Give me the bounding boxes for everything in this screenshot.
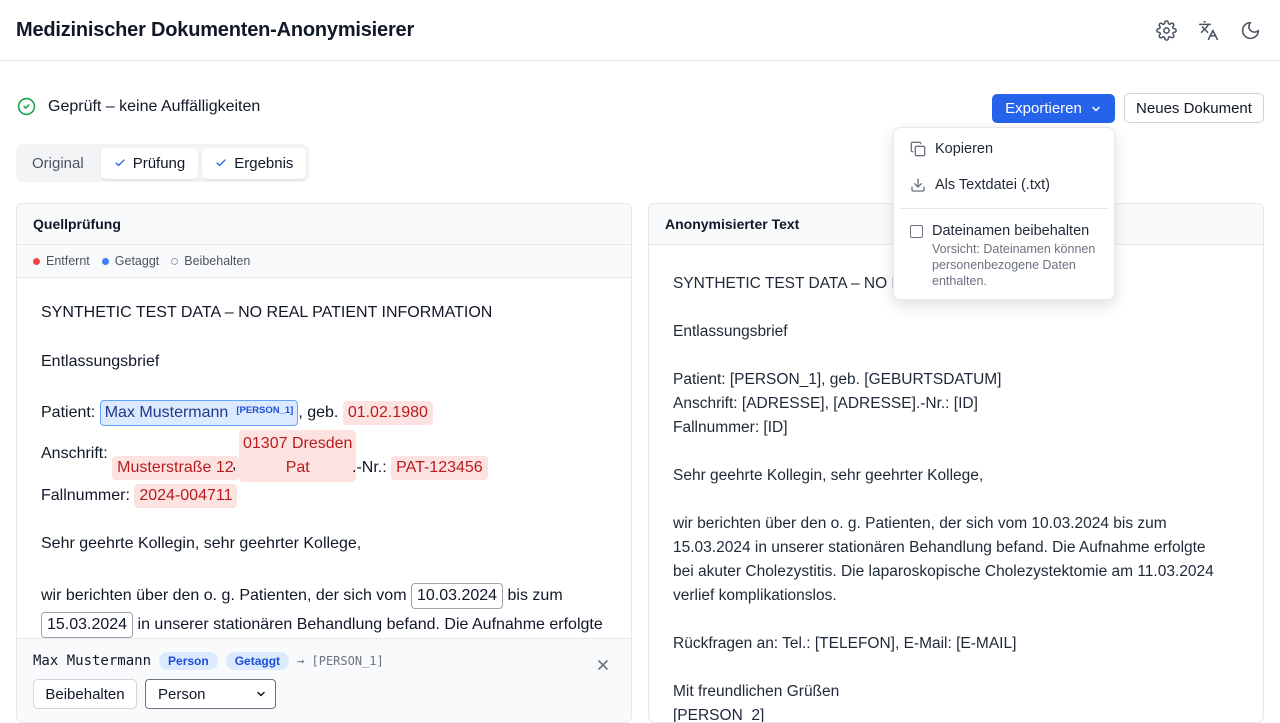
entity-value: Max Mustermann bbox=[33, 653, 152, 669]
legend-kept: Beibehalten bbox=[171, 254, 250, 268]
step-tabs: Original Prüfung Ergebnis bbox=[16, 144, 310, 182]
blue-dot-icon bbox=[101, 257, 109, 265]
keep-button[interactable]: Beibehalten bbox=[33, 679, 137, 709]
verification-status: Geprüft – keine Auffälligkeiten bbox=[17, 97, 260, 116]
entity-type-badge: Person bbox=[159, 652, 218, 670]
source-line-address: Anschrift: Musterstraße 12 bbox=[41, 428, 239, 480]
tab-label: Prüfung bbox=[132, 154, 186, 172]
checkbox-warning: Vorsicht: Dateinamen können personenbezo… bbox=[932, 242, 1096, 288]
tab-label: Ergebnis bbox=[234, 154, 294, 172]
label: Fallnummer: bbox=[41, 487, 130, 504]
source-line: SYNTHETIC TEST DATA – NO REAL PATIENT IN… bbox=[41, 304, 493, 321]
entity-dob-removed[interactable]: 01.02.1980 bbox=[342, 401, 433, 425]
select-value: Person bbox=[158, 685, 206, 703]
tab-original[interactable]: Original bbox=[19, 148, 97, 179]
status-text: Geprüft – keine Auffälligkeiten bbox=[48, 97, 261, 115]
entity-detail-bar: Max Mustermann Person Getaggt → [PERSON_… bbox=[17, 638, 631, 722]
source-line-patnr: .-Nr.: PAT-123456 bbox=[352, 456, 488, 480]
copy-icon bbox=[910, 141, 926, 157]
export-label: Exportieren bbox=[1005, 100, 1082, 117]
app-title: Medizinischer Dokumenten-Anonymisierer bbox=[16, 18, 415, 41]
source-line-paragraph: 15.03.2024 in unserer stationären Behand… bbox=[41, 612, 603, 638]
label: Anschrift: bbox=[41, 445, 108, 462]
anonymized-text: SYNTHETIC TEST DATA – NO RE Entlassungsb… bbox=[673, 275, 1214, 723]
check-icon bbox=[115, 159, 125, 167]
entity-text: Pat bbox=[285, 459, 310, 476]
comma: , bbox=[232, 456, 237, 473]
menu-item-download-txt[interactable]: Als Textdatei (.txt) bbox=[910, 177, 1050, 193]
menu-item-copy[interactable]: Kopieren bbox=[910, 141, 993, 157]
legend: Entfernt Getaggt Beibehalten bbox=[17, 245, 631, 278]
entity-detail-summary: Max Mustermann Person Getaggt → [PERSON_… bbox=[33, 651, 615, 671]
text: .-Nr.: bbox=[352, 459, 387, 476]
red-dot-icon bbox=[33, 257, 40, 265]
entity-text: Max Mustermann bbox=[104, 404, 229, 421]
chevron-down-icon bbox=[1092, 106, 1100, 111]
entity-detail-actions: Beibehalten Person bbox=[33, 679, 276, 709]
entity-replacement: → [PERSON_1] bbox=[297, 654, 384, 668]
entity-date-kept[interactable]: 15.03.2024 bbox=[41, 612, 134, 638]
entity-person-tagged[interactable]: Max Mustermann [PERSON_1] bbox=[99, 400, 299, 426]
dark-mode-icon[interactable] bbox=[1234, 14, 1266, 46]
settings-icon[interactable] bbox=[1150, 14, 1182, 46]
text: bis zum bbox=[507, 587, 563, 604]
stacked-entity: 01307 Dresden Pat bbox=[239, 430, 357, 482]
menu-divider bbox=[900, 208, 1108, 209]
source-line-case: Fallnummer: 2024-004711 bbox=[41, 484, 238, 508]
legend-label: Getaggt bbox=[114, 254, 160, 268]
entity-tag: [PERSON_1] bbox=[236, 405, 294, 416]
text: , geb. bbox=[298, 404, 339, 421]
source-line: Sehr geehrte Kollegin, sehr geehrter Kol… bbox=[41, 535, 362, 552]
empty-dot-icon bbox=[171, 257, 179, 265]
label: Patient: bbox=[41, 404, 96, 421]
export-button[interactable]: Exportieren bbox=[992, 94, 1115, 123]
entity-city-removed[interactable]: 01307 Dresden Pat bbox=[239, 430, 357, 482]
legend-label: Entfernt bbox=[46, 254, 90, 268]
check-icon bbox=[216, 159, 226, 167]
tab-ergebnis[interactable]: Ergebnis bbox=[202, 147, 307, 179]
check-circle-icon bbox=[17, 97, 36, 116]
menu-label: Als Textdatei (.txt) bbox=[935, 177, 1050, 193]
source-line: Entlassungsbrief bbox=[41, 353, 160, 370]
tab-pruefung[interactable]: Prüfung bbox=[100, 147, 199, 179]
source-line-patient: Patient: Max Mustermann [PERSON_1] , geb… bbox=[41, 400, 433, 426]
entity-patid-removed[interactable]: PAT-123456 bbox=[391, 456, 488, 480]
legend-removed: Entfernt bbox=[33, 254, 90, 268]
source-line-paragraph: wir berichten über den o. g. Patienten, … bbox=[41, 583, 563, 609]
legend-tagged: Getaggt bbox=[101, 254, 160, 268]
legend-label: Beibehalten bbox=[184, 254, 251, 268]
close-icon[interactable] bbox=[595, 657, 611, 673]
entity-text: 01307 Dresden bbox=[243, 435, 353, 452]
entity-date-kept[interactable]: 10.03.2024 bbox=[410, 583, 504, 609]
entity-state-badge: Getaggt bbox=[225, 652, 290, 670]
translate-icon[interactable] bbox=[1192, 14, 1224, 46]
panel-title: Quellprüfung bbox=[17, 204, 631, 245]
app-header: Medizinischer Dokumenten-Anonymisierer bbox=[0, 0, 1280, 61]
chevron-down-icon bbox=[257, 691, 265, 697]
new-document-button[interactable]: Neues Dokument bbox=[1124, 93, 1264, 123]
entity-type-select[interactable]: Person bbox=[145, 679, 276, 709]
entity-street-removed[interactable]: Musterstraße 12 bbox=[112, 456, 239, 480]
tab-label: Original bbox=[32, 154, 84, 172]
text: wir berichten über den o. g. Patienten, … bbox=[41, 587, 407, 604]
menu-label: Kopieren bbox=[935, 141, 994, 157]
checkbox-label: Dateinamen beibehalten bbox=[932, 223, 1090, 239]
download-icon bbox=[911, 178, 925, 192]
export-menu: Kopieren Als Textdatei (.txt) Dateinamen… bbox=[893, 127, 1115, 300]
keep-filename-option: Dateinamen beibehalten Vorsicht: Dateina… bbox=[910, 223, 1107, 289]
text: in unserer stationären Behandlung befand… bbox=[137, 616, 603, 633]
keep-filename-text: Dateinamen beibehalten Vorsicht: Dateina… bbox=[932, 223, 1107, 289]
header-actions bbox=[1150, 14, 1266, 46]
entity-caseid-removed[interactable]: 2024-004711 bbox=[134, 484, 238, 508]
keep-filename-checkbox[interactable] bbox=[910, 225, 923, 238]
source-review-panel: Quellprüfung Entfernt Getaggt Beibehalte… bbox=[16, 203, 632, 723]
